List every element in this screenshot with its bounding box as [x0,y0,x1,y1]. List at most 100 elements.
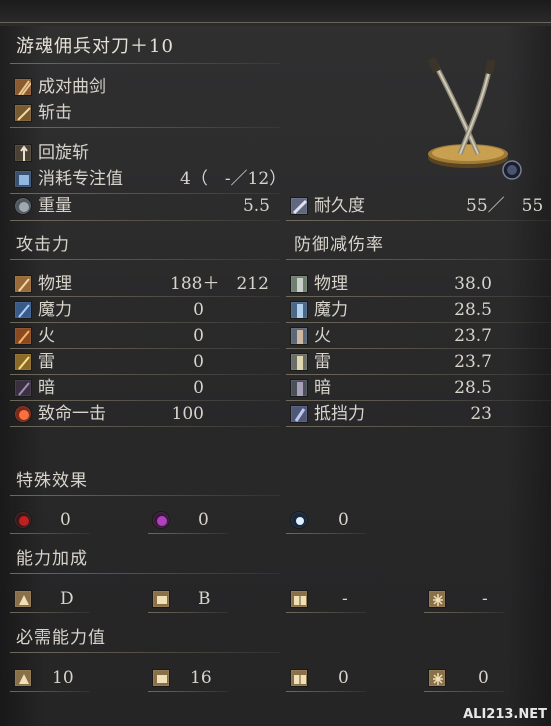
defense-label: 暗 [314,378,331,398]
poison-icon [152,511,170,529]
divider [10,533,90,534]
weight-label: 重量 [38,196,72,216]
fp-cost-value: 4（ -／12） [180,169,287,189]
defense-value: 38.0 [454,274,492,294]
bleed-icon [14,511,32,529]
attack-label: 致命一击 [38,404,106,424]
defense-label: 火 [314,326,331,346]
scaling-value: B [198,589,211,609]
divider [286,259,551,260]
requirement-value: 16 [190,668,212,688]
divider [10,400,280,401]
lightning-attack-icon [14,353,32,371]
divider [286,612,366,613]
divider [10,322,280,323]
intelligence-icon [290,590,308,608]
divider [10,652,280,653]
attack-value: 0 [193,326,204,346]
physical-defense-icon [290,275,308,293]
effects-heading: 特殊效果 [16,471,88,491]
defense-label: 魔力 [314,300,348,320]
weapon-type: 成对曲剑 [38,77,106,97]
skill-name: 回旋斩 [38,143,89,163]
divider [10,220,280,221]
divider [286,296,551,297]
fire-defense-icon [290,327,308,345]
attack-value: 0 [193,378,204,398]
magic-defense-icon [290,301,308,319]
weight-value: 5.5 [242,196,270,216]
slash-icon [14,104,32,122]
fire-attack-icon [14,327,32,345]
weapon-image [420,52,530,180]
divider [10,193,280,194]
attack-label: 魔力 [38,300,72,320]
weight-icon [14,197,32,215]
top-bar [0,0,551,26]
divider [286,533,366,534]
intelligence-icon [290,669,308,687]
attack-type: 斩击 [38,103,72,123]
dark-defense-icon [290,379,308,397]
divider [148,533,228,534]
divider [10,426,280,427]
defense-value: 23.7 [454,352,492,372]
divider [10,348,280,349]
defense-label: 雷 [314,352,331,372]
strength-icon [14,669,32,687]
requirements-heading: 必需能力值 [16,628,106,648]
stability-icon [290,405,308,423]
weapon-category-icon [14,78,32,96]
durability-label: 耐久度 [314,196,365,216]
weapon-title: 游魂佣兵对刀＋10 [16,36,174,57]
attack-label: 物理 [38,274,72,294]
dexterity-icon [152,590,170,608]
frost-icon [290,511,308,529]
divider [10,296,280,297]
effect-value: 0 [198,510,209,530]
divider [10,259,280,260]
divider [286,322,551,323]
dark-attack-icon [14,379,32,397]
defense-value: 28.5 [454,300,492,320]
defense-label: 抵挡力 [314,404,365,424]
strength-icon [14,590,32,608]
divider [10,612,90,613]
divider [10,573,280,574]
faith-icon [428,590,446,608]
attack-value: 100 [171,404,204,424]
attack-heading: 攻击力 [16,235,70,255]
defense-value: 28.5 [454,378,492,398]
divider [148,612,228,613]
magic-attack-icon [14,301,32,319]
attack-label: 雷 [38,352,55,372]
divider [286,374,551,375]
fp-icon [14,170,32,188]
durability-value: 55／ 55 [466,196,544,216]
dexterity-icon [152,669,170,687]
effect-value: 0 [60,510,71,530]
defense-value: 23.7 [454,326,492,346]
skill-icon [14,144,32,162]
requirement-value: 10 [52,668,74,688]
physical-attack-icon [14,275,32,293]
attack-label: 暗 [38,378,55,398]
attack-label: 火 [38,326,55,346]
critical-icon [14,405,32,423]
scaling-value: D [60,589,74,609]
divider [10,691,90,692]
fp-cost-label: 消耗专注值 [38,169,123,189]
title-divider [10,63,280,64]
divider [424,612,504,613]
defense-label: 物理 [314,274,348,294]
requirement-value: 0 [338,668,349,688]
defense-heading: 防御减伤率 [294,235,384,255]
divider [10,495,280,496]
divider [286,348,551,349]
divider [286,400,551,401]
watermark: ALI213.NET [463,707,547,722]
scaling-value: - [482,589,488,609]
divider [148,691,228,692]
divider [10,127,280,128]
durability-icon [290,197,308,215]
